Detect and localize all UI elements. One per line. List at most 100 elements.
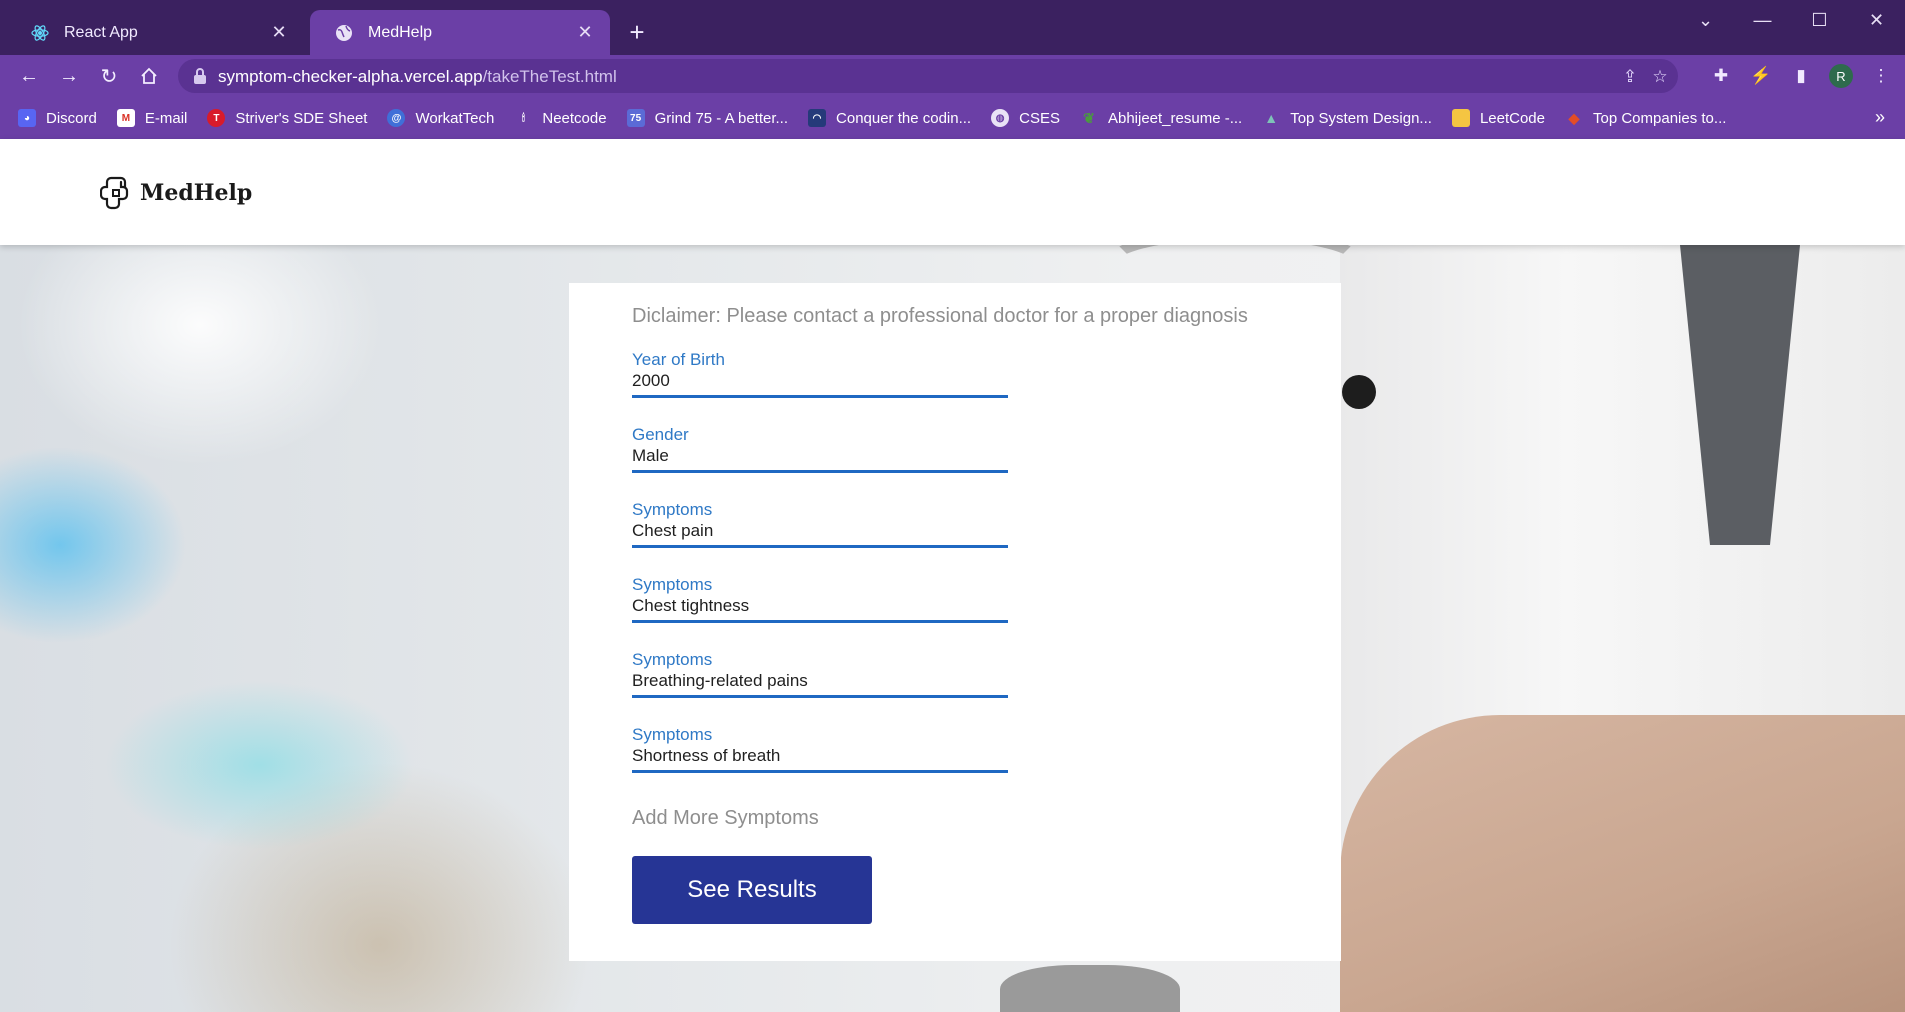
- symptom-field-3[interactable]: Symptoms Breathing-related pains: [632, 650, 1008, 712]
- url-host: symptom-checker-alpha.vercel.app: [218, 67, 483, 86]
- field-label: Symptoms: [632, 725, 713, 744]
- bookmark-label: Top System Design...: [1290, 109, 1432, 127]
- bookmark-neetcode[interactable]: 🕯 Neetcode: [514, 109, 607, 127]
- year-of-birth-field[interactable]: Year of Birth 2000: [632, 350, 1008, 412]
- symptom-field-2[interactable]: Symptoms Chest tightness: [632, 575, 1008, 637]
- bookmark-email[interactable]: M E-mail: [116, 109, 188, 127]
- site-header: MedHelp: [0, 139, 1905, 245]
- gmail-icon: M: [116, 109, 135, 127]
- globe-icon: ◍: [991, 109, 1010, 127]
- symptom-form-card: Diclaimer: Please contact a professional…: [569, 283, 1341, 961]
- close-icon[interactable]: ✕: [268, 22, 290, 44]
- bookmark-label: E-mail: [144, 109, 188, 127]
- bookmark-striver[interactable]: T Striver's SDE Sheet: [207, 109, 367, 127]
- disclaimer-text: Diclaimer: Please contact a professional…: [632, 305, 1248, 327]
- medical-cross-icon: [100, 176, 129, 210]
- field-underline: [632, 545, 1008, 548]
- field-label: Symptoms: [632, 650, 713, 669]
- tab-react-app[interactable]: React App ✕: [6, 10, 304, 55]
- grind75-icon: 75: [626, 109, 645, 127]
- brand-name: MedHelp: [140, 180, 253, 206]
- home-icon[interactable]: [134, 61, 164, 91]
- tab-medhelp[interactable]: MedHelp ✕: [310, 10, 610, 55]
- share-icon[interactable]: ⇪: [1620, 67, 1640, 87]
- add-more-symptoms-link[interactable]: Add More Symptoms: [632, 807, 819, 830]
- field-label: Year of Birth: [632, 350, 725, 369]
- stethoscope-chestpiece: [1000, 965, 1180, 1012]
- bookmark-conquer[interactable]: ◠ Conquer the codin...: [808, 109, 971, 127]
- codeforces-icon: ◠: [808, 109, 827, 127]
- react-icon: [30, 23, 50, 43]
- field-value[interactable]: Chest pain: [632, 521, 713, 541]
- field-value[interactable]: Chest tightness: [632, 596, 749, 616]
- field-label: Symptoms: [632, 575, 713, 594]
- bookmark-label: LeetCode: [1479, 109, 1545, 127]
- bookmark-label: Conquer the codin...: [836, 109, 972, 127]
- striver-icon: T: [207, 109, 226, 127]
- bookmark-label: Grind 75 - A better...: [654, 109, 789, 127]
- maximize-button[interactable]: ☐: [1791, 0, 1848, 40]
- reload-icon[interactable]: ↻: [94, 61, 124, 91]
- field-value[interactable]: Male: [632, 446, 669, 466]
- bookmark-label: CSES: [1019, 109, 1060, 127]
- globe-icon: [334, 23, 354, 43]
- bookmark-label: Discord: [46, 109, 97, 127]
- close-window-button[interactable]: ✕: [1848, 0, 1905, 40]
- extensions-icon[interactable]: ✚: [1710, 65, 1732, 87]
- field-underline: [632, 770, 1008, 773]
- star-icon[interactable]: ☆: [1650, 67, 1670, 87]
- field-value[interactable]: 2000: [632, 371, 670, 391]
- bookmark-top-companies[interactable]: ◆ Top Companies to...: [1565, 109, 1727, 127]
- neetcode-icon: 🕯: [521, 112, 525, 124]
- symptom-field-4[interactable]: Symptoms Shortness of breath: [632, 725, 1008, 787]
- field-value[interactable]: Breathing-related pains: [632, 671, 808, 691]
- minimize-button[interactable]: —: [1734, 0, 1791, 40]
- tab-title: MedHelp: [368, 23, 433, 41]
- bookmark-label: Abhijeet_resume -...: [1107, 109, 1243, 127]
- bookmark-label: Top Companies to...: [1593, 109, 1727, 127]
- bookmarks-bar: ◕ Discord M E-mail T Striver's SDE Sheet @ W…: [0, 97, 1905, 139]
- site-logo[interactable]: MedHelp: [100, 176, 252, 210]
- lock-icon[interactable]: [192, 67, 210, 85]
- bookmark-system-design[interactable]: ▲ Top System Design...: [1262, 109, 1432, 127]
- overleaf-icon: ❦: [1083, 109, 1095, 126]
- workattech-icon: @: [387, 109, 406, 127]
- stethoscope-earpiece: [1342, 375, 1376, 409]
- tab-title: React App: [64, 23, 138, 41]
- field-underline: [632, 470, 1008, 473]
- field-label: Gender: [632, 425, 689, 444]
- extension-bolt-icon[interactable]: ⚡: [1750, 65, 1772, 87]
- browser-toolbar: ← → ↻ symptom-checker-alpha.vercel.app/t…: [0, 55, 1905, 97]
- bookmark-workattech[interactable]: @ WorkatTech: [387, 109, 494, 127]
- field-underline: [632, 395, 1008, 398]
- forward-icon[interactable]: →: [54, 61, 84, 91]
- bookmark-leetcode[interactable]: LeetCode: [1451, 109, 1545, 127]
- mountain-icon: ▲: [1264, 110, 1279, 126]
- bookmark-label: WorkatTech: [415, 109, 495, 127]
- field-underline: [632, 695, 1008, 698]
- symptom-field-1[interactable]: Symptoms Chest pain: [632, 500, 1008, 562]
- bookmark-grind75[interactable]: 75 Grind 75 - A better...: [626, 109, 789, 127]
- bookmark-cses[interactable]: ◍ CSES: [991, 109, 1060, 127]
- url-text[interactable]: symptom-checker-alpha.vercel.app/takeThe…: [218, 67, 617, 87]
- address-bar[interactable]: symptom-checker-alpha.vercel.app/takeThe…: [178, 59, 1678, 93]
- new-tab-button[interactable]: +: [622, 18, 652, 48]
- discord-icon: ◕: [18, 109, 36, 127]
- see-results-button[interactable]: See Results: [632, 856, 872, 924]
- back-icon[interactable]: ←: [14, 61, 44, 91]
- field-underline: [632, 620, 1008, 623]
- menu-icon[interactable]: ⋮: [1870, 65, 1892, 87]
- more-bookmarks-icon[interactable]: »: [1875, 107, 1885, 128]
- close-icon[interactable]: ✕: [574, 22, 596, 44]
- bookmark-discord[interactable]: ◕ Discord: [18, 109, 97, 127]
- gender-field[interactable]: Gender Male: [632, 425, 1008, 487]
- doctor-arm: [1340, 715, 1905, 1012]
- tab-strip: React App ✕ MedHelp ✕ + ⌄ — ☐ ✕: [0, 0, 1905, 55]
- profile-avatar[interactable]: R: [1829, 64, 1853, 88]
- bookmark-label: Neetcode: [542, 109, 607, 127]
- tab-search-icon[interactable]: ⌄: [1677, 0, 1734, 40]
- side-panel-icon[interactable]: ▮: [1790, 65, 1812, 87]
- bookmark-resume[interactable]: ❦ Abhijeet_resume -...: [1080, 109, 1242, 127]
- field-value[interactable]: Shortness of breath: [632, 746, 780, 766]
- note-icon: [1451, 109, 1470, 127]
